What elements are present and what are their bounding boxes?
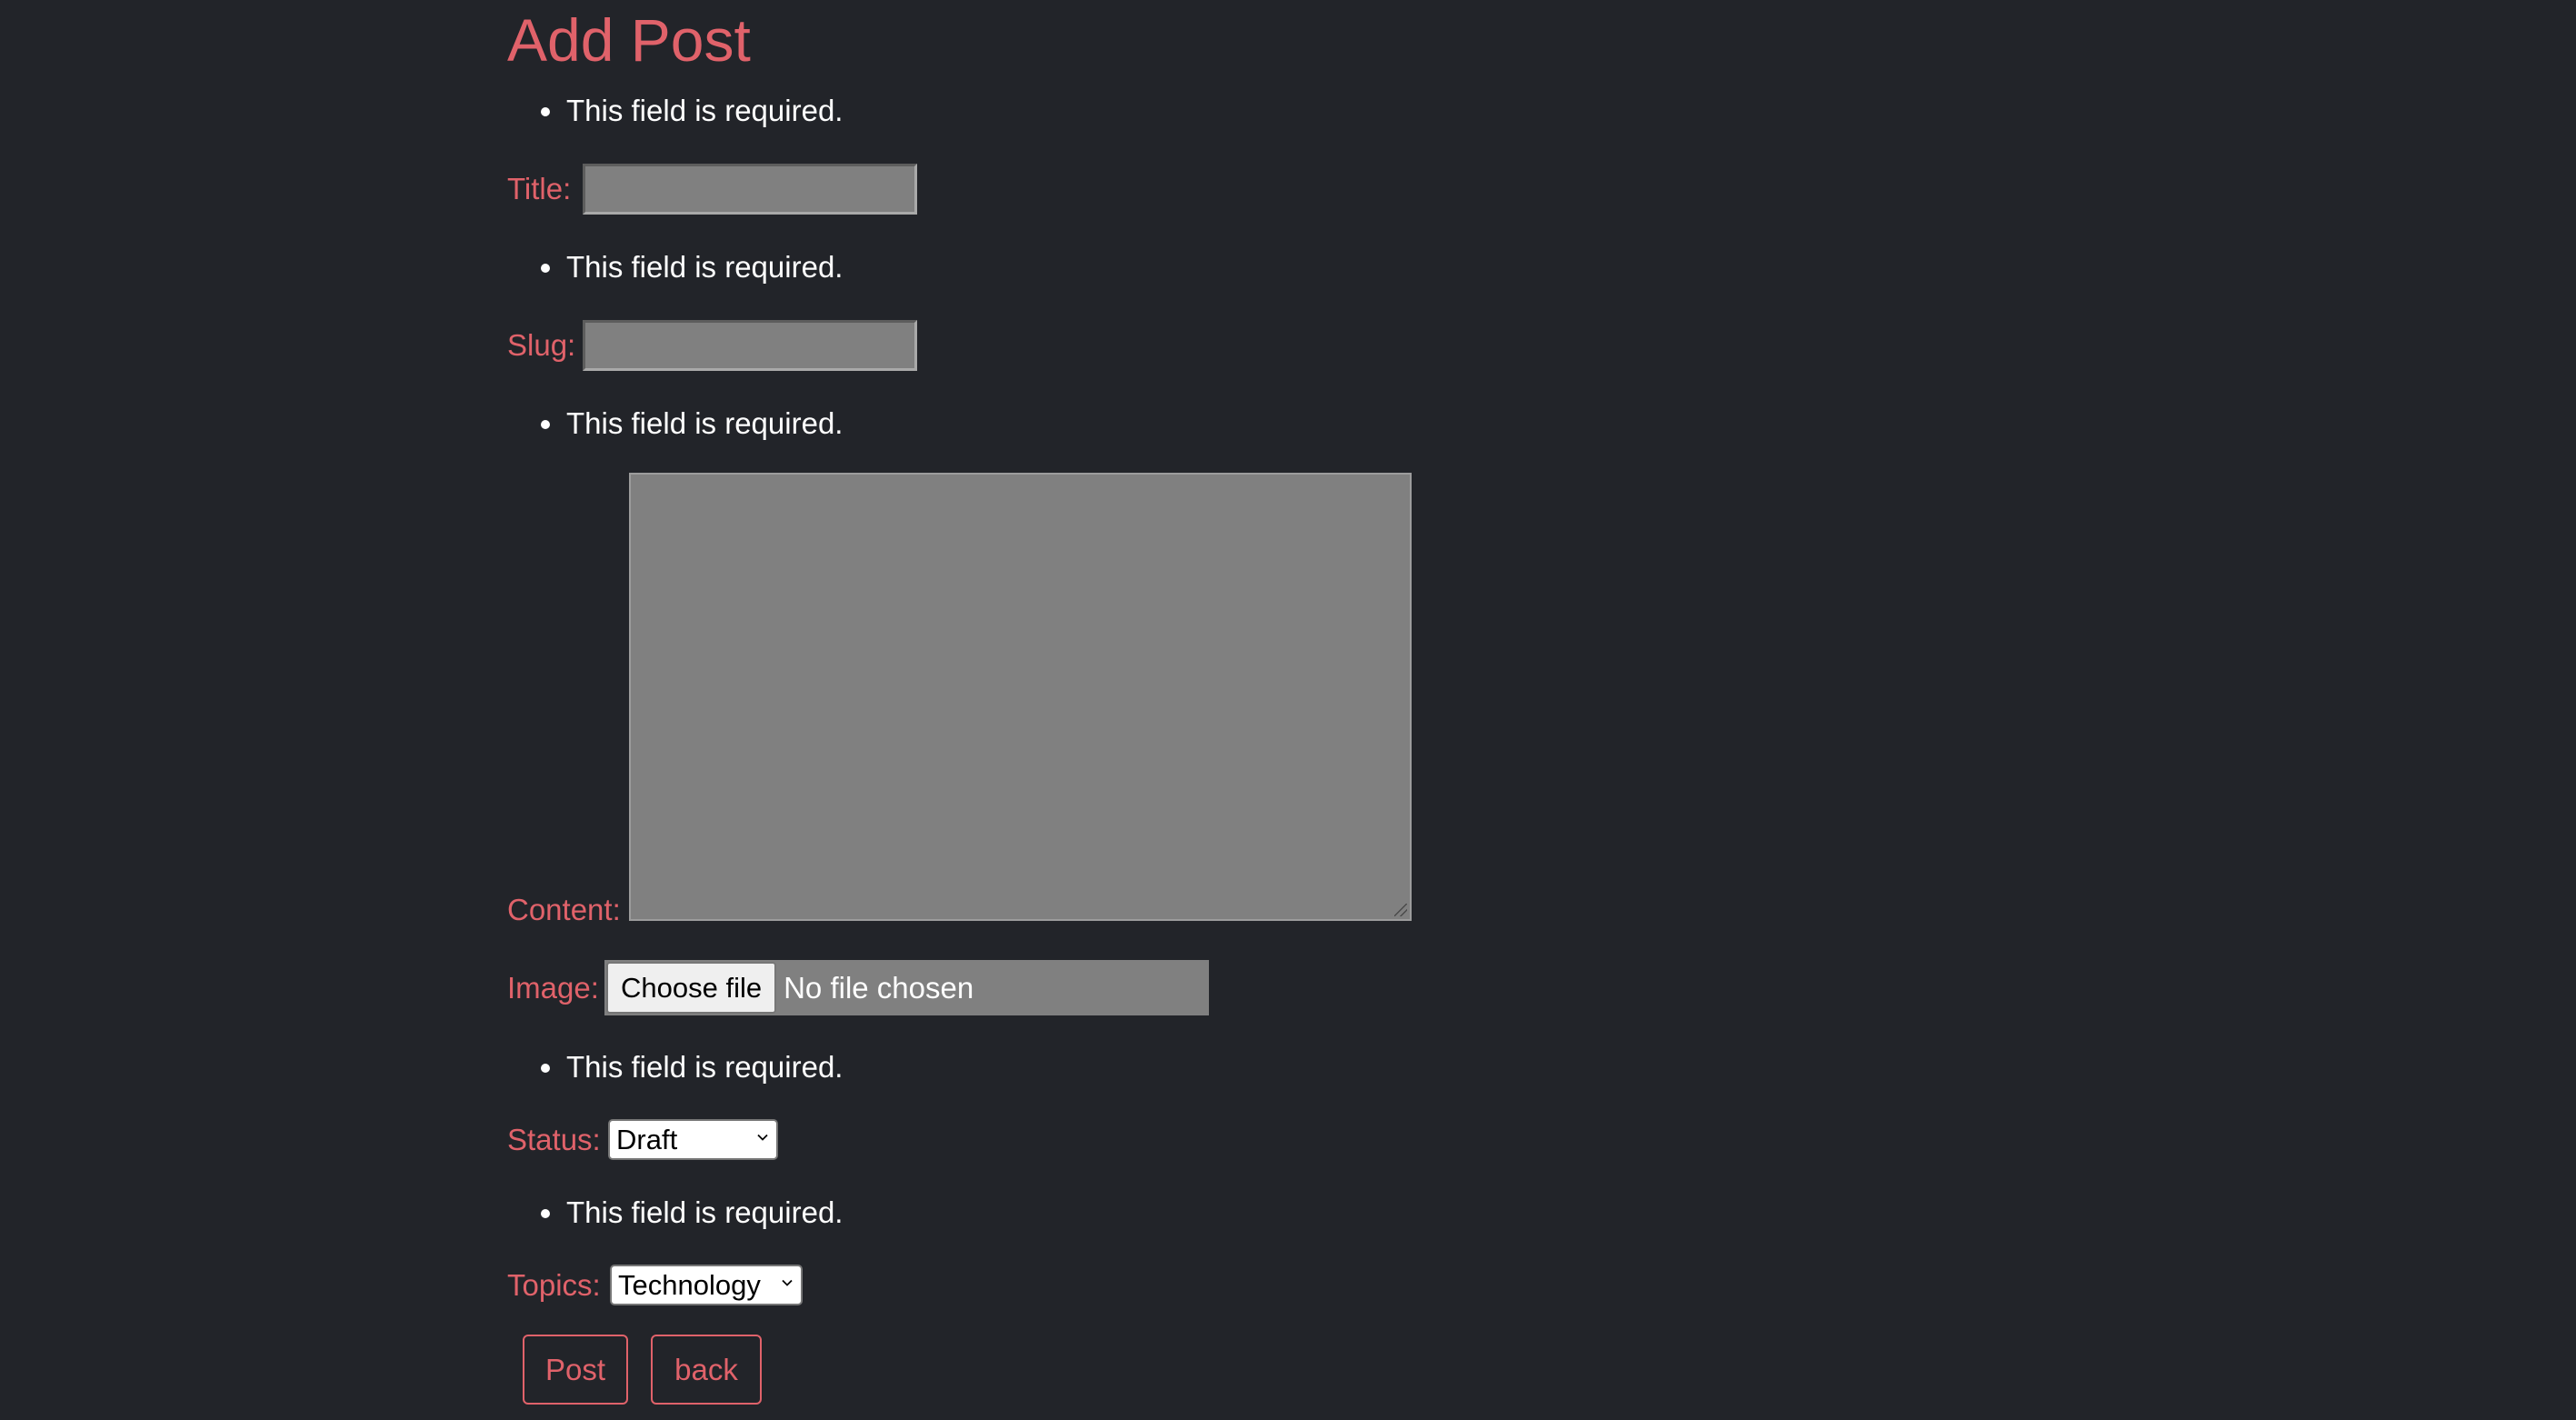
content-textarea[interactable] — [629, 473, 1412, 921]
content-error-message: This field is required. — [538, 405, 843, 442]
image-label: Image: — [507, 971, 599, 1005]
status-error-list: This field is required. — [538, 1049, 843, 1085]
title-error-message: This field is required. — [538, 93, 843, 129]
slug-error-list: This field is required. — [538, 249, 843, 285]
status-label: Status: — [507, 1123, 601, 1156]
content-error-list: This field is required. — [538, 405, 843, 442]
file-status-text: No file chosen — [784, 970, 974, 1005]
content-label: Content: — [507, 893, 621, 926]
topics-select[interactable]: Technology — [610, 1265, 803, 1305]
status-selected-value: Draft — [616, 1123, 678, 1155]
page-title: Add Post — [507, 6, 751, 74]
slug-error-message: This field is required. — [538, 249, 843, 285]
choose-file-button[interactable]: Choose file — [606, 962, 777, 1014]
status-error-message: This field is required. — [538, 1049, 843, 1085]
topics-error-message: This field is required. — [538, 1195, 843, 1231]
image-file-input[interactable]: Choose file No file chosen — [604, 960, 1209, 1015]
chevron-down-icon — [757, 1134, 768, 1141]
slug-label: Slug: — [507, 328, 576, 362]
topics-selected-value: Technology — [618, 1268, 761, 1301]
back-button[interactable]: back — [651, 1335, 762, 1405]
slug-input[interactable] — [583, 320, 917, 371]
title-input[interactable] — [583, 164, 917, 215]
add-post-page: Add Post This field is required. Title: … — [0, 0, 2576, 1420]
status-select[interactable]: Draft — [608, 1119, 778, 1160]
title-label: Title: — [507, 172, 572, 205]
topics-error-list: This field is required. — [538, 1195, 843, 1231]
topics-label: Topics: — [507, 1268, 601, 1302]
post-button[interactable]: Post — [523, 1335, 628, 1405]
title-error-list: This field is required. — [538, 93, 843, 129]
chevron-down-icon — [782, 1279, 793, 1286]
resize-grip-icon[interactable] — [1394, 904, 1407, 916]
